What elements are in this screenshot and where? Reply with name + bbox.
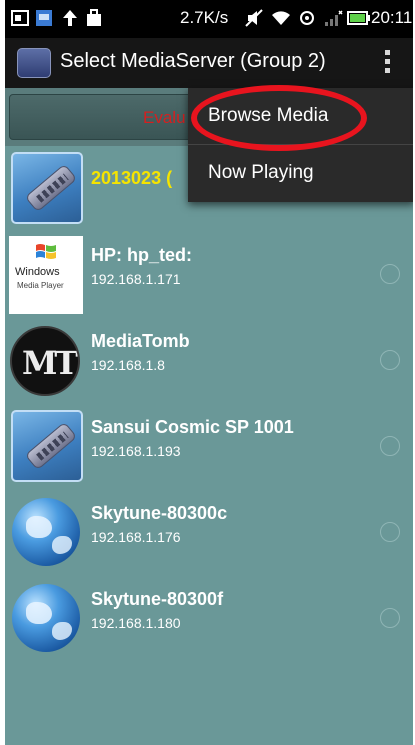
server-ip: 192.168.1.176 [91,529,181,545]
server-row[interactable]: MT MediaTomb 192.168.1.8 [5,318,413,404]
windows-media-player-icon: Windows Media Player [9,236,83,314]
server-name: Sansui Cosmic SP 1001 [91,417,294,437]
globe-icon [12,498,80,566]
remote-control-icon [11,152,83,224]
wmp-logo-text: Windows [15,266,60,278]
network-speed: 2.7K/s [180,8,229,27]
upload-arrow-icon [63,10,77,26]
highlight-ring [191,85,367,151]
server-ip: 192.168.1.8 [91,357,165,373]
bag-icon [87,9,101,26]
server-ip: 192.168.1.193 [91,443,181,459]
menu-item-label: Now Playing [208,162,314,183]
action-bar: Select MediaServer (Group 2) [5,38,413,88]
server-name: HP: hp_ted: [91,245,192,265]
overflow-menu-icon[interactable] [385,50,391,76]
server-radio[interactable] [380,522,400,542]
mediatomb-logo-text: MT [22,344,78,382]
server-row[interactable]: Windows Media Player HP: hp_ted: 192.168… [5,232,413,318]
server-name: Skytune-80300f [91,589,224,609]
app-notification-icon [36,10,52,26]
server-radio[interactable] [380,350,400,370]
battery-icon [347,11,370,25]
wmp-logo-subtext: Media Player [17,281,64,290]
clock: 20:11 [371,8,413,27]
signal-icon [325,10,343,26]
app-logo-icon[interactable] [17,48,51,78]
server-ip: 192.168.1.171 [91,271,181,287]
server-ip: 192.168.1.180 [91,615,181,631]
menu-item-now-playing[interactable]: Now Playing [188,145,413,201]
server-row[interactable]: Sansui Cosmic SP 1001 192.168.1.193 [5,404,413,490]
server-radio[interactable] [380,436,400,456]
server-name: Skytune-80300c [91,503,228,523]
globe-icon [12,584,80,652]
server-row[interactable]: Skytune-80300f 192.168.1.180 [5,576,413,662]
server-radio[interactable] [380,264,400,284]
server-radio[interactable] [380,608,400,628]
server-name: MediaTomb [91,331,190,351]
remote-control-icon [11,410,83,482]
sim-icon [300,11,314,25]
server-row[interactable]: Skytune-80300c 192.168.1.176 [5,490,413,576]
mute-icon [245,9,263,27]
phone-screen: 2.7K/s 20:11 Select MediaServer (Group 2… [5,0,413,745]
status-bar: 2.7K/s 20:11 [5,0,413,38]
mediatomb-icon: MT [10,326,80,396]
evaluate-button-label: Evalu [143,108,186,127]
page-title: Select MediaServer (Group 2) [60,50,326,72]
wifi-icon [272,11,290,25]
gallery-icon [11,10,29,26]
server-name: 2013023 ( [91,168,173,188]
